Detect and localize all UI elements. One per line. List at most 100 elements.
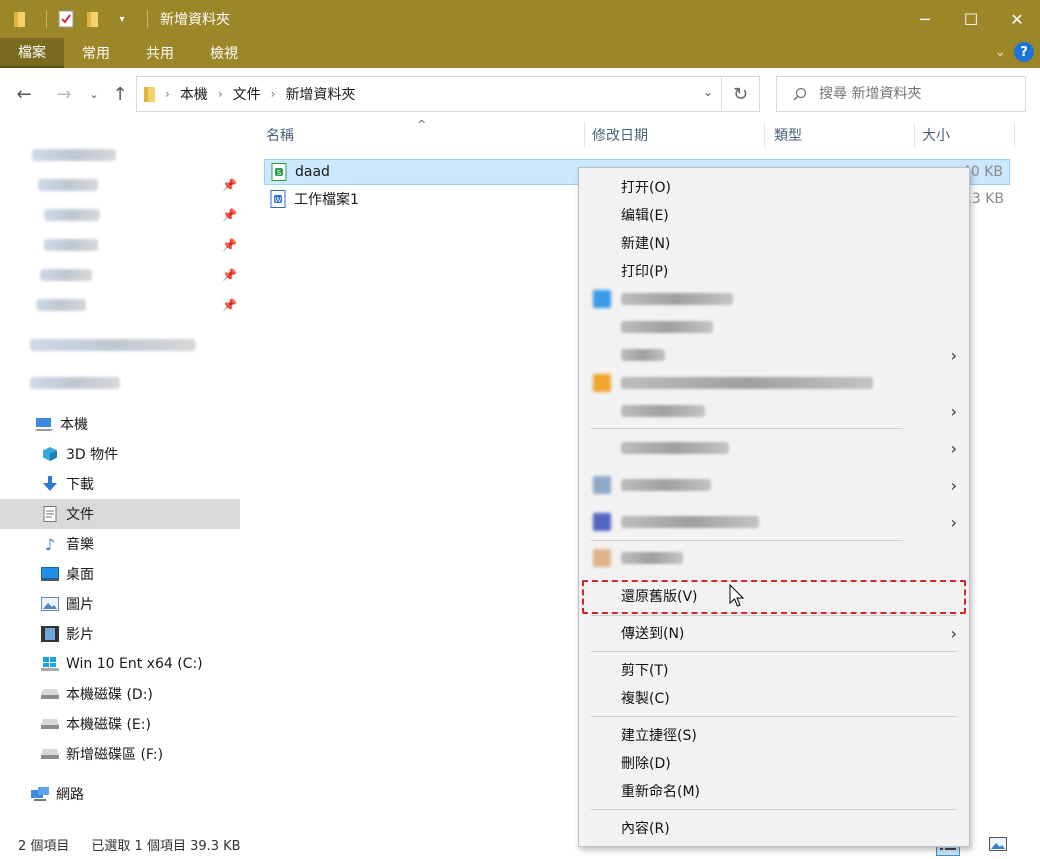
sidebar-item-label: 文件: [66, 507, 94, 523]
account-item-blurred[interactable]: [0, 368, 240, 398]
sidebar-item-drive-c[interactable]: Win 10 Ent x64 (C:): [0, 649, 240, 679]
menu-item-edit[interactable]: 编辑(E): [579, 201, 969, 229]
drive-icon: [40, 745, 60, 763]
pin-icon[interactable]: 📌: [222, 178, 237, 192]
quick-access-item-blurred[interactable]: 📌: [0, 170, 240, 200]
menu-item-blurred-submenu[interactable]: ›: [579, 341, 969, 369]
breadcrumb-chevron-icon[interactable]: ›: [218, 87, 223, 101]
menu-item-blurred-submenu[interactable]: ›: [579, 508, 969, 536]
close-button[interactable]: ✕: [994, 0, 1040, 38]
quick-access-item-blurred[interactable]: [0, 140, 240, 170]
sidebar-item-label: 本機: [60, 417, 88, 433]
menu-item-print[interactable]: 打印(P): [579, 257, 969, 285]
column-header-name[interactable]: 名稱: [266, 120, 294, 150]
pin-icon[interactable]: 📌: [222, 298, 237, 312]
column-divider[interactable]: [584, 122, 585, 148]
quick-access-item-blurred[interactable]: 📌: [0, 260, 240, 290]
menu-item-cut[interactable]: 剪下(T): [579, 656, 969, 684]
spreadsheet-icon: S: [271, 163, 287, 181]
menu-item-open[interactable]: 打开(O): [579, 173, 969, 201]
menu-item-blurred[interactable]: [579, 544, 969, 572]
menu-item-create-shortcut[interactable]: 建立捷徑(S): [579, 721, 969, 749]
breadcrumb-this-pc[interactable]: 本機: [180, 84, 208, 104]
separator: [147, 10, 148, 28]
menu-item-blurred-submenu[interactable]: ›: [579, 471, 969, 499]
quick-access-item-blurred[interactable]: 📌: [0, 290, 240, 320]
sidebar-item-drive-d[interactable]: 本機磁碟 (D:): [0, 679, 240, 709]
quick-access-item-blurred[interactable]: 📌: [0, 200, 240, 230]
column-divider[interactable]: [764, 122, 765, 148]
back-arrow-icon[interactable]: ←: [12, 82, 36, 106]
minimize-button[interactable]: ─: [902, 0, 948, 38]
maximize-button[interactable]: ☐: [948, 0, 994, 38]
up-arrow-icon[interactable]: ↑: [108, 82, 132, 106]
sidebar-item-documents[interactable]: 文件: [0, 499, 240, 529]
column-header-size[interactable]: 大小: [922, 120, 950, 150]
column-divider[interactable]: [1014, 122, 1015, 148]
window-controls: ─ ☐ ✕: [902, 0, 1040, 38]
search-input[interactable]: [819, 86, 999, 102]
sidebar-item-drive-f[interactable]: 新增磁碟區 (F:): [0, 739, 240, 769]
sidebar-item-this-pc[interactable]: 本機: [0, 409, 240, 439]
menu-item-send-to[interactable]: 傳送到(N) ›: [579, 619, 969, 647]
sidebar-item-pictures[interactable]: 圖片: [0, 589, 240, 619]
breadcrumb-documents[interactable]: 文件: [233, 84, 261, 104]
menu-item-blurred-submenu[interactable]: ›: [579, 397, 969, 425]
onedrive-item-blurred[interactable]: [0, 330, 240, 360]
breadcrumb-chevron-icon[interactable]: ›: [271, 87, 276, 101]
help-icon[interactable]: ?: [1014, 42, 1034, 62]
quick-access-item-blurred[interactable]: 📌: [0, 230, 240, 260]
folder-icon: [143, 85, 157, 103]
sidebar-item-videos[interactable]: 影片: [0, 619, 240, 649]
submenu-arrow-icon: ›: [950, 623, 957, 643]
column-divider[interactable]: [914, 122, 915, 148]
forward-arrow-icon[interactable]: →: [52, 82, 76, 106]
customize-dropdown-icon[interactable]: ▾: [111, 8, 133, 30]
sidebar-item-desktop[interactable]: 桌面: [0, 559, 240, 589]
ribbon-right: ⌄ ?: [994, 42, 1034, 62]
expand-ribbon-chevron-icon[interactable]: ⌄: [994, 44, 1006, 60]
breadcrumb-new-folder[interactable]: 新增資料夾: [285, 84, 355, 104]
tab-file[interactable]: 檔案: [0, 38, 64, 68]
menu-item-blurred-submenu[interactable]: ›: [579, 434, 969, 462]
column-header-type[interactable]: 類型: [774, 120, 802, 150]
menu-item-label: 打开(O): [621, 180, 671, 196]
sidebar-item-3d-objects[interactable]: 3D 物件: [0, 439, 240, 469]
menu-item-blurred[interactable]: [579, 313, 969, 341]
tab-home[interactable]: 常用: [64, 38, 128, 68]
pin-icon[interactable]: 📌: [222, 238, 237, 252]
menu-item-delete[interactable]: 刪除(D): [579, 749, 969, 777]
search-box[interactable]: [776, 76, 1026, 112]
sidebar-item-network[interactable]: 網路: [0, 779, 240, 809]
film-icon: [40, 625, 60, 643]
menu-item-copy[interactable]: 複製(C): [579, 684, 969, 712]
submenu-arrow-icon: ›: [950, 401, 957, 421]
sidebar-item-downloads[interactable]: 下載: [0, 469, 240, 499]
sort-ascending-icon: ^: [417, 118, 427, 131]
blurred-app-icon: [593, 374, 611, 392]
pin-icon[interactable]: 📌: [222, 208, 237, 222]
pin-icon[interactable]: 📌: [222, 268, 237, 282]
navigation-pane: 📌 📌 📌 📌 📌 本機 3D 物件 下載 文件 ♪ 音樂 桌面 圖片 影片 W…: [0, 120, 242, 830]
sidebar-item-music[interactable]: ♪ 音樂: [0, 529, 240, 559]
new-folder-icon[interactable]: [83, 8, 105, 30]
menu-item-blurred[interactable]: [579, 369, 969, 397]
sidebar-item-drive-e[interactable]: 本機磁碟 (E:): [0, 709, 240, 739]
large-icons-view-icon[interactable]: [986, 832, 1010, 856]
address-dropdown-chevron-icon[interactable]: ⌄: [703, 85, 713, 99]
tab-share[interactable]: 共用: [128, 38, 192, 68]
sidebar-item-label: 桌面: [66, 567, 94, 583]
menu-item-properties[interactable]: 內容(R): [579, 814, 969, 842]
menu-item-label: 剪下(T): [621, 663, 669, 679]
recent-locations-chevron-icon[interactable]: ⌄: [82, 82, 106, 106]
refresh-icon[interactable]: ↻: [722, 76, 760, 112]
menu-item-rename[interactable]: 重新命名(M): [579, 777, 969, 805]
menu-item-blurred[interactable]: [579, 285, 969, 313]
address-bar[interactable]: › 本機 › 文件 › 新增資料夾 ⌄: [136, 76, 722, 112]
column-header-modified[interactable]: 修改日期: [592, 120, 648, 150]
properties-check-icon[interactable]: [55, 8, 77, 30]
breadcrumb-chevron-icon[interactable]: ›: [165, 87, 170, 101]
menu-item-new[interactable]: 新建(N): [579, 229, 969, 257]
tab-view[interactable]: 檢視: [192, 38, 256, 68]
word-doc-icon: W: [270, 190, 286, 208]
